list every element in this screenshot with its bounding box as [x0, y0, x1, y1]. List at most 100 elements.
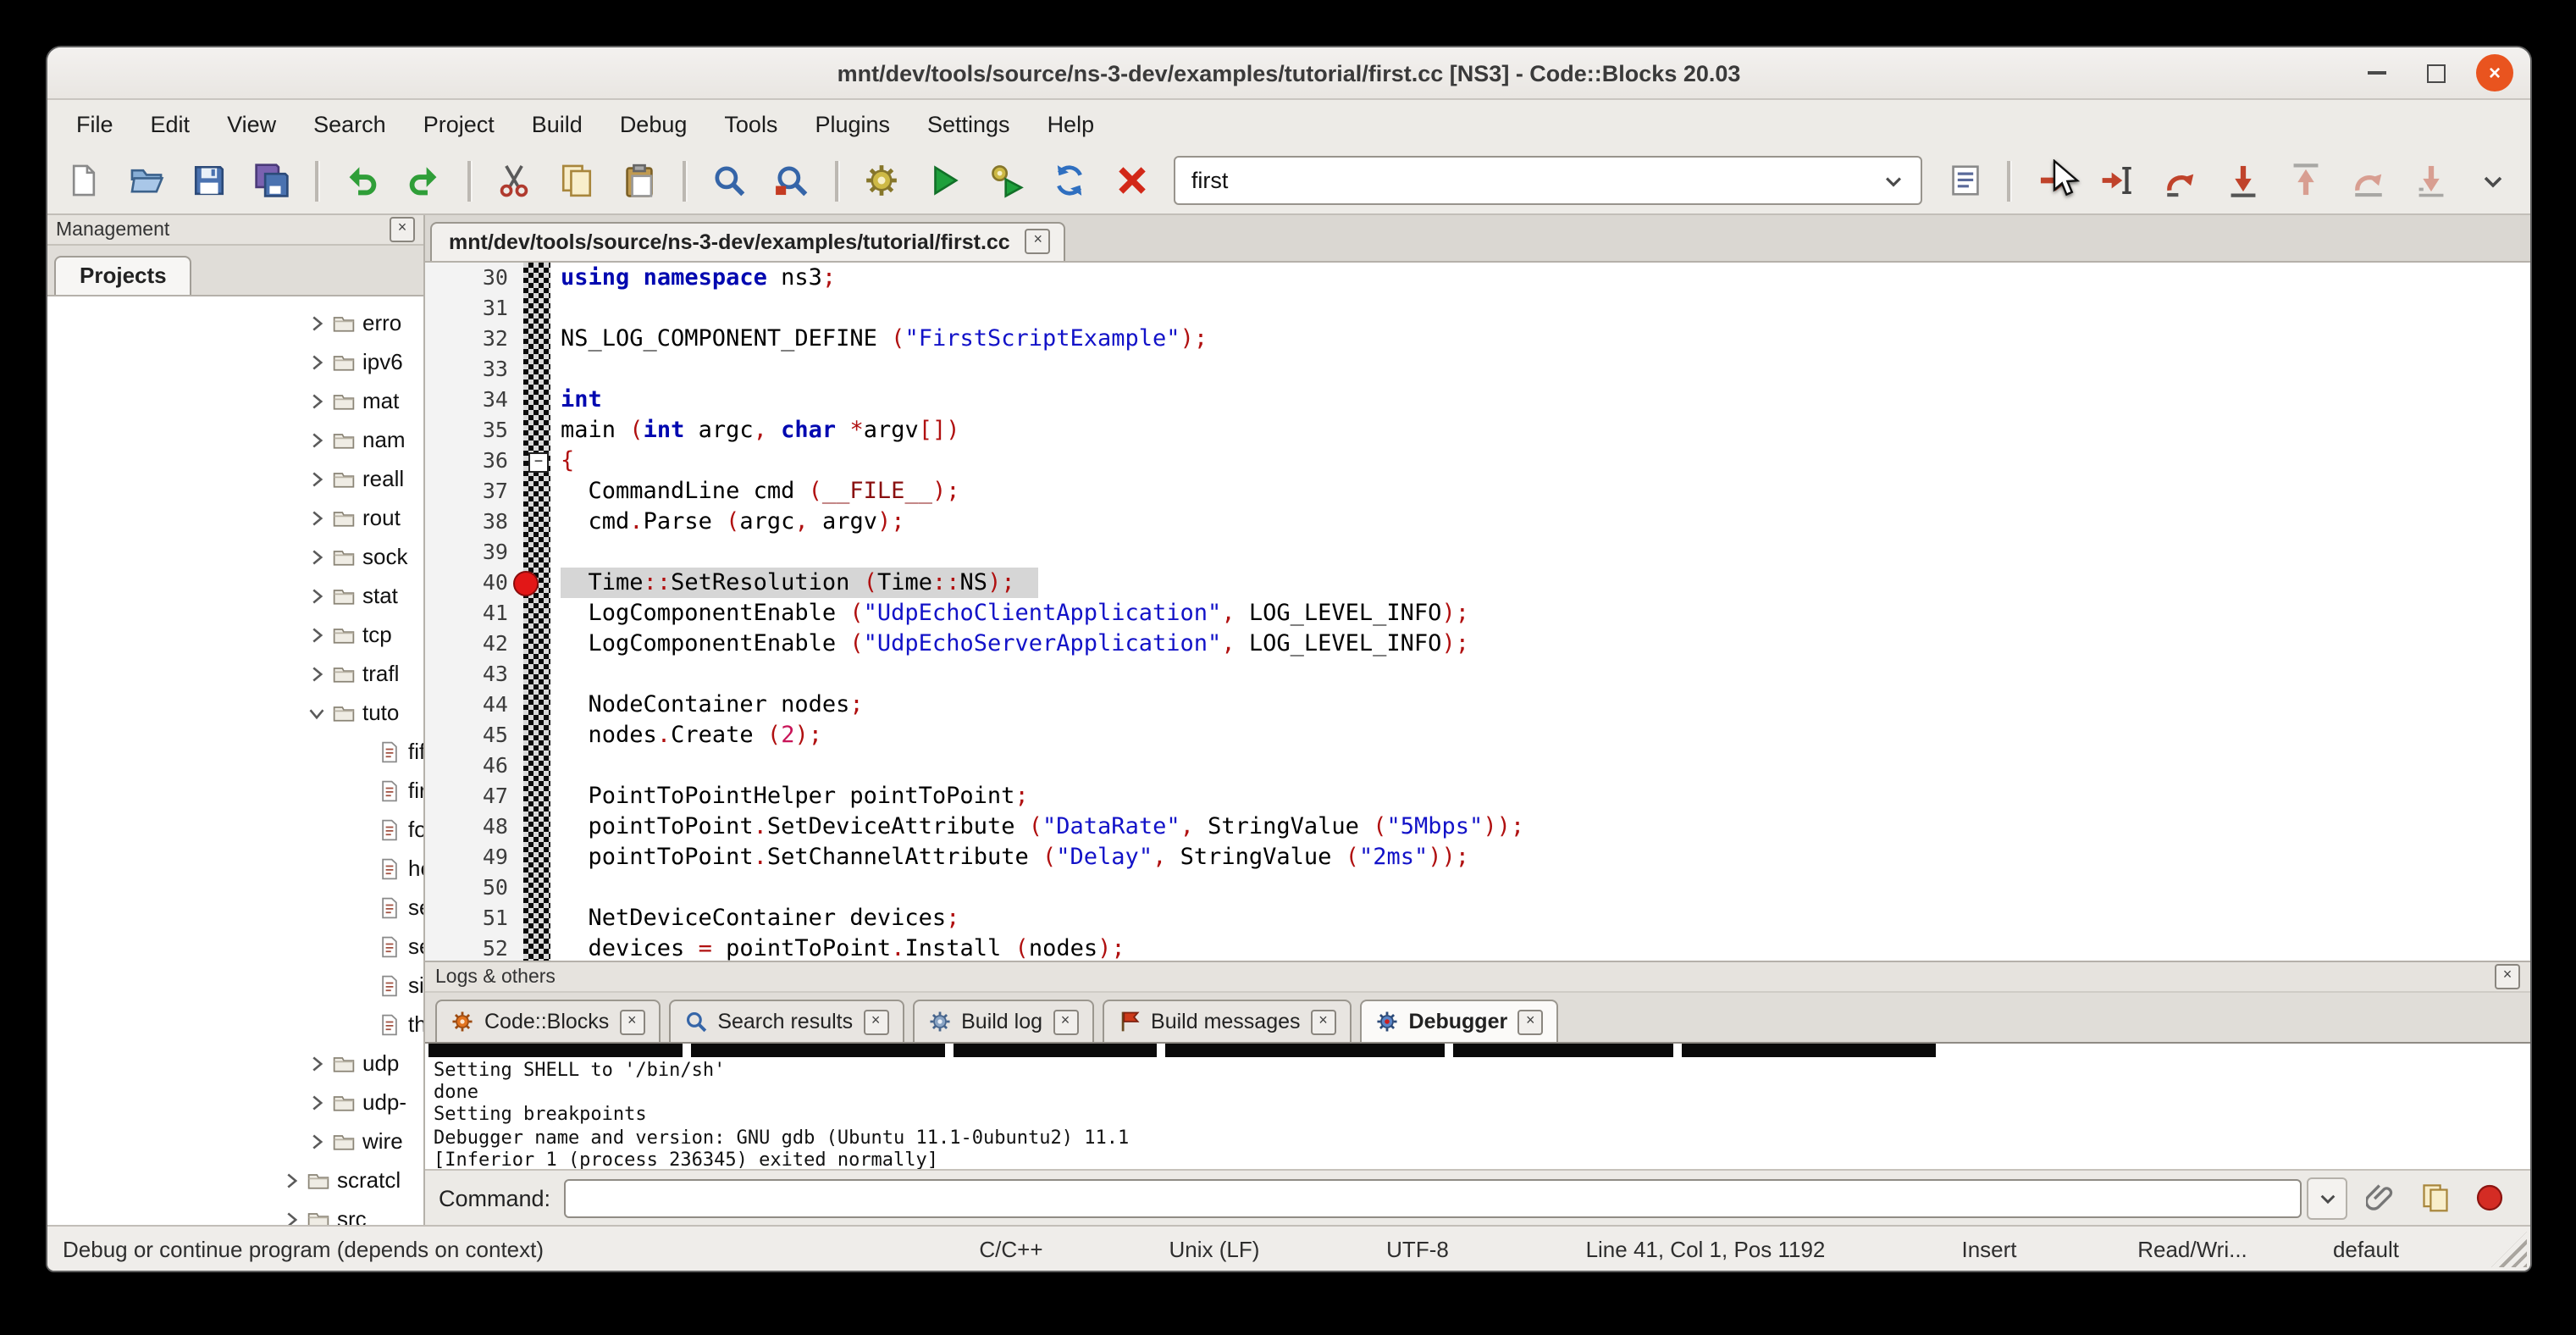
copy-log-button[interactable]: [2415, 1177, 2456, 1218]
code-line[interactable]: [561, 293, 2530, 324]
line-number[interactable]: 32: [425, 324, 523, 354]
tree-item[interactable]: udp: [47, 1044, 423, 1083]
tree-item[interactable]: mat: [47, 381, 423, 420]
tree-item[interactable]: rout: [47, 498, 423, 537]
tree-item[interactable]: fif: [47, 732, 423, 771]
tree-item[interactable]: fir: [47, 771, 423, 810]
tree-item[interactable]: trafl: [47, 654, 423, 693]
paste-button[interactable]: [619, 159, 660, 202]
build-and-run-button[interactable]: [987, 159, 1027, 202]
code-line[interactable]: NetDeviceContainer devices;: [561, 903, 2530, 933]
code-line[interactable]: [561, 354, 2530, 385]
code-line[interactable]: [561, 872, 2530, 903]
chevron-right-icon[interactable]: [307, 507, 327, 528]
tree-item[interactable]: ipv6: [47, 342, 423, 381]
code-line[interactable]: pointToPoint.SetDeviceAttribute ("DataRa…: [561, 812, 2530, 842]
code-line[interactable]: [561, 659, 2530, 690]
line-number[interactable]: 44: [425, 690, 523, 720]
menu-search[interactable]: Search: [295, 106, 405, 141]
rebuild-button[interactable]: [1049, 159, 1090, 202]
line-number[interactable]: 35: [425, 415, 523, 446]
resize-grip[interactable]: [2491, 1232, 2527, 1267]
code-line[interactable]: [561, 537, 2530, 568]
line-number[interactable]: 41: [425, 598, 523, 629]
close-button[interactable]: ×: [2476, 54, 2513, 91]
menu-help[interactable]: Help: [1029, 106, 1114, 141]
tab-projects[interactable]: Projects: [54, 256, 192, 295]
build-target-combo[interactable]: first: [1175, 156, 1923, 205]
menu-plugins[interactable]: Plugins: [796, 106, 909, 141]
step-into-button[interactable]: [2223, 159, 2264, 202]
chevron-right-icon[interactable]: [307, 585, 327, 606]
chevron-right-icon[interactable]: [307, 391, 327, 411]
menu-build[interactable]: Build: [513, 106, 601, 141]
code-line[interactable]: {: [561, 446, 2530, 476]
tree-item[interactable]: udp-: [47, 1083, 423, 1122]
open-button[interactable]: [127, 159, 168, 202]
fold-marker[interactable]: −: [528, 452, 549, 473]
close-icon[interactable]: [1053, 1009, 1078, 1034]
chevron-right-icon[interactable]: [307, 1092, 327, 1112]
logs-tab-search-results[interactable]: Search results: [668, 1000, 904, 1042]
tree-item[interactable]: tuto: [47, 693, 423, 732]
menu-debug[interactable]: Debug: [601, 106, 706, 141]
tree-item[interactable]: se: [47, 927, 423, 966]
next-line-button[interactable]: [2160, 159, 2201, 202]
stop-debugger-button[interactable]: [2469, 1177, 2510, 1218]
code-editor[interactable]: 3031323334353637383940414243444546474849…: [425, 263, 2530, 961]
logs-tab-debugger[interactable]: Debugger: [1360, 1000, 1559, 1042]
find-button[interactable]: [709, 159, 749, 202]
line-number[interactable]: 31: [425, 293, 523, 324]
line-number-gutter[interactable]: 3031323334353637383940414243444546474849…: [425, 263, 523, 961]
line-number[interactable]: 51: [425, 903, 523, 933]
tree-item[interactable]: fo: [47, 810, 423, 849]
code-area[interactable]: using namespace ns3;NS_LOG_COMPONENT_DEF…: [561, 263, 2530, 961]
breakpoint-margin[interactable]: [523, 263, 550, 961]
tree-item[interactable]: reall: [47, 459, 423, 498]
tree-item[interactable]: src: [47, 1199, 423, 1225]
build-button[interactable]: [861, 159, 902, 202]
code-line[interactable]: NodeContainer nodes;: [561, 690, 2530, 720]
line-number[interactable]: 47: [425, 781, 523, 812]
build-target-options-button[interactable]: [1945, 159, 1986, 202]
code-line[interactable]: pointToPoint.SetChannelAttribute ("Delay…: [561, 842, 2530, 872]
project-tree[interactable]: erroipv6matnamreallroutsockstattcptraflt…: [47, 296, 423, 1225]
menu-settings[interactable]: Settings: [909, 106, 1029, 141]
chevron-right-icon[interactable]: [307, 1053, 327, 1073]
breakpoint-marker[interactable]: [513, 571, 539, 596]
line-number[interactable]: 46: [425, 751, 523, 781]
line-number[interactable]: 45: [425, 720, 523, 751]
copy-button[interactable]: [556, 159, 597, 202]
code-line[interactable]: Time::SetResolution (Time::NS);: [561, 568, 2530, 598]
close-icon[interactable]: [1025, 229, 1051, 254]
code-line[interactable]: nodes.Create (2);: [561, 720, 2530, 751]
step-into-instruction-button[interactable]: [2410, 159, 2451, 202]
line-number[interactable]: 43: [425, 659, 523, 690]
tree-item[interactable]: stat: [47, 576, 423, 615]
tree-item[interactable]: he: [47, 849, 423, 888]
close-icon[interactable]: [2495, 964, 2520, 989]
line-number[interactable]: 52: [425, 933, 523, 961]
code-line[interactable]: main (int argc, char *argv[]): [561, 415, 2530, 446]
chevron-right-icon[interactable]: [307, 352, 327, 372]
line-number[interactable]: 49: [425, 842, 523, 872]
tree-item[interactable]: si: [47, 966, 423, 1005]
replace-button[interactable]: [771, 159, 812, 202]
menu-tools[interactable]: Tools: [705, 106, 796, 141]
line-number[interactable]: 34: [425, 385, 523, 415]
code-line[interactable]: NS_LOG_COMPONENT_DEFINE ("FirstScriptExa…: [561, 324, 2530, 354]
chevron-expanded-icon[interactable]: [307, 702, 327, 723]
menu-edit[interactable]: Edit: [132, 106, 209, 141]
chevron-right-icon[interactable]: [307, 546, 327, 567]
menu-view[interactable]: View: [208, 106, 295, 141]
close-icon[interactable]: [863, 1009, 888, 1034]
tree-item[interactable]: nam: [47, 420, 423, 459]
line-number[interactable]: 33: [425, 354, 523, 385]
tree-item[interactable]: th: [47, 1005, 423, 1044]
next-instruction-button[interactable]: [2348, 159, 2389, 202]
titlebar[interactable]: mnt/dev/tools/source/ns-3-dev/examples/t…: [47, 47, 2530, 100]
line-number[interactable]: 48: [425, 812, 523, 842]
code-line[interactable]: CommandLine cmd (__FILE__);: [561, 476, 2530, 507]
menu-file[interactable]: File: [58, 106, 132, 141]
toolbar-overflow-button[interactable]: [2473, 159, 2513, 202]
